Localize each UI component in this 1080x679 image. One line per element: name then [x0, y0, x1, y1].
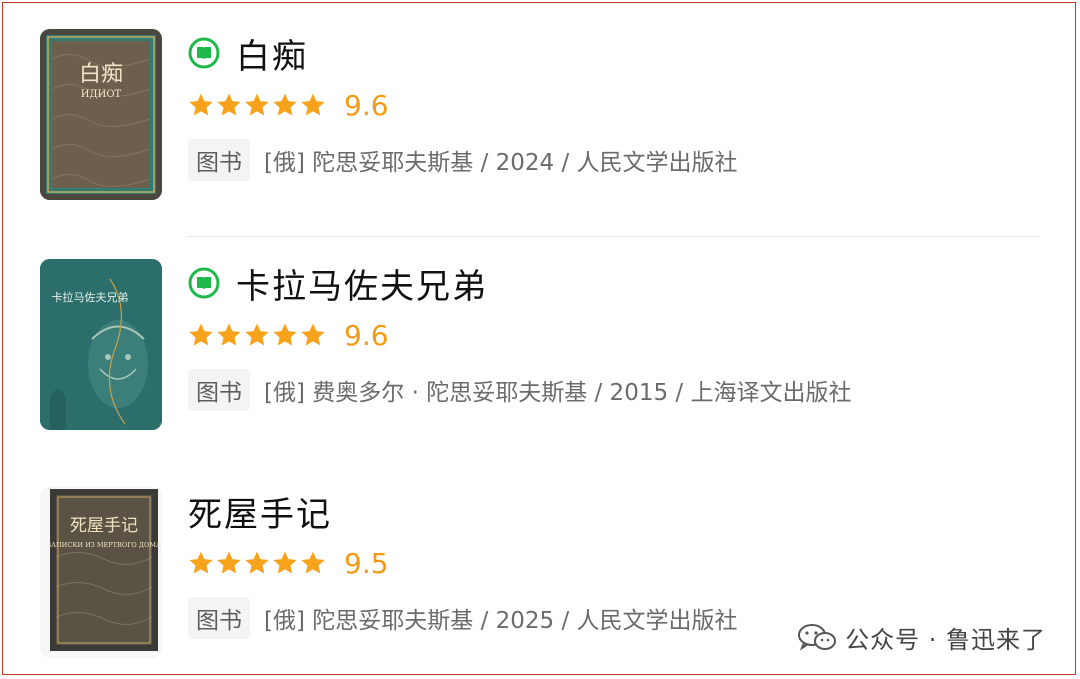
rating-score: 9.5 — [344, 546, 389, 580]
star-icon — [189, 551, 213, 574]
divider — [188, 236, 1040, 237]
book-meta: [俄] 陀思妥耶夫斯基 / 2024 / 人民文学出版社 — [264, 150, 738, 176]
star-icon — [217, 93, 241, 116]
wechat-icon — [798, 623, 837, 651]
watermark-text: 公众号 · 鲁迅来了 — [845, 626, 1046, 654]
book-info: 死屋手记 9.5 图书 [俄] 陀思妥耶夫斯基 / 2025 / 人民文学出版社 — [188, 487, 1040, 639]
star-icon — [301, 93, 325, 116]
rating: 9.6 — [188, 83, 1040, 127]
book-cover[interactable]: 死屋手记 ЗАПИСКИ ИЗ МЕРТВОГО ДОМА — [40, 487, 162, 658]
star-icon — [273, 551, 297, 574]
star-rating — [188, 322, 328, 348]
cover-title: 死屋手记 — [70, 516, 138, 536]
book-info: 卡拉马佐夫兄弟 9.6 图书 [俄] 费奥多尔 · 陀思妥耶夫斯基 / 2015… — [188, 259, 1040, 411]
rating: 9.6 — [188, 313, 1040, 357]
category-tag: 图书 — [188, 369, 250, 411]
star-icon — [273, 323, 297, 346]
star-icon — [245, 93, 269, 116]
star-icon — [245, 551, 269, 574]
cover-title: 卡拉马佐夫兄弟 — [52, 290, 129, 304]
star-icon — [301, 551, 325, 574]
rating-score: 9.6 — [344, 318, 389, 352]
category-tag: 图书 — [188, 597, 250, 639]
star-icon — [217, 323, 241, 346]
star-rating — [188, 92, 328, 118]
star-icon — [217, 551, 241, 574]
star-rating — [188, 550, 328, 576]
book-cover[interactable]: 白痴 ИДИОТ — [40, 29, 162, 200]
star-icon — [189, 323, 213, 346]
star-icon — [301, 323, 325, 346]
star-icon — [273, 93, 297, 116]
book-item-1[interactable]: 白痴 ИДИОТ 白痴 9.6 图书 [俄] 陀思妥耶夫斯基 / 2024 / … — [40, 29, 1040, 200]
star-icon — [245, 323, 269, 346]
cover-title: 白痴 — [79, 62, 123, 87]
book-item-2[interactable]: 卡拉马佐夫兄弟 卡拉马佐夫兄弟 9.6 图书 [俄] 费奥多尔 · 陀思妥耶夫斯 — [40, 259, 1040, 430]
book-meta: [俄] 陀思妥耶夫斯基 / 2025 / 人民文学出版社 — [264, 608, 738, 634]
book-info: 白痴 9.6 图书 [俄] 陀思妥耶夫斯基 / 2024 / 人民文学出版社 — [188, 29, 1040, 181]
cover-subtitle: ЗАПИСКИ ИЗ МЕРТВОГО ДОМА — [47, 541, 161, 549]
cover-subtitle: ИДИОТ — [81, 89, 122, 100]
book-cover[interactable]: 卡拉马佐夫兄弟 — [40, 259, 162, 430]
book-meta: [俄] 费奥多尔 · 陀思妥耶夫斯基 / 2015 / 上海译文出版社 — [264, 380, 852, 406]
watermark: 公众号 · 鲁迅来了 — [797, 620, 1046, 655]
book-title[interactable]: 死屋手记 — [188, 487, 332, 536]
star-icon — [189, 93, 213, 116]
book-title[interactable]: 白痴 — [236, 29, 308, 78]
read-book-icon — [188, 267, 220, 299]
read-book-icon — [188, 37, 220, 69]
book-title[interactable]: 卡拉马佐夫兄弟 — [236, 259, 488, 308]
rating: 9.5 — [188, 541, 1040, 585]
category-tag: 图书 — [188, 139, 250, 181]
rating-score: 9.6 — [344, 88, 389, 122]
